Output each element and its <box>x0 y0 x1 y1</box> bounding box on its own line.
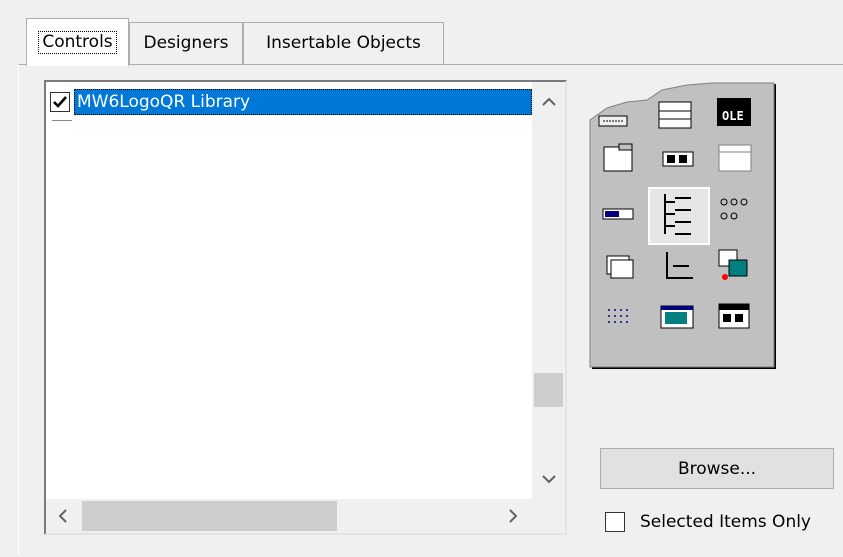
vertical-scroll-thumb[interactable] <box>534 373 563 407</box>
scroll-left-button[interactable] <box>48 499 78 533</box>
tab-designers[interactable]: Designers <box>129 22 243 64</box>
chevron-right-icon <box>509 509 518 523</box>
controls-list[interactable]: MW6LogoQR Library <box>44 80 567 535</box>
scroll-down-button[interactable] <box>532 465 565 493</box>
list-item-label: MW6LogoQR Library <box>74 89 532 115</box>
tab-controls-label: Controls <box>38 31 117 54</box>
scroll-up-button[interactable] <box>532 88 565 116</box>
tab-controls[interactable]: Controls <box>26 18 129 66</box>
components-dialog: Controls Designers Insertable Objects MW… <box>0 0 843 557</box>
scroll-right-button[interactable] <box>498 499 528 533</box>
ole-icon-label: OLE <box>722 109 744 123</box>
scroll-corner <box>532 499 565 533</box>
chevron-up-icon <box>541 97 556 106</box>
checkmark-icon <box>53 96 67 108</box>
row-divider <box>52 120 72 121</box>
list-item[interactable]: MW6LogoQR Library <box>50 89 532 115</box>
item-checkbox[interactable] <box>50 92 70 112</box>
chevron-left-icon <box>58 509 67 523</box>
browse-button-label: Browse... <box>677 458 757 479</box>
selected-items-only-checkbox[interactable]: Selected Items Only <box>605 512 811 532</box>
vertical-scrollbar[interactable] <box>532 82 565 499</box>
tab-insertable-objects[interactable]: Insertable Objects <box>243 22 444 64</box>
chevron-down-icon <box>541 475 556 484</box>
tab-designers-label: Designers <box>143 33 229 53</box>
selected-only-box[interactable] <box>605 512 625 532</box>
toolbox-preview-image: OLE <box>589 82 776 369</box>
horizontal-scrollbar[interactable] <box>46 499 565 533</box>
horizontal-scroll-thumb[interactable] <box>82 501 337 531</box>
tab-insertable-objects-label: Insertable Objects <box>266 33 421 53</box>
browse-button[interactable]: Browse... <box>600 448 834 489</box>
selected-items-only-label: Selected Items Only <box>640 512 811 532</box>
